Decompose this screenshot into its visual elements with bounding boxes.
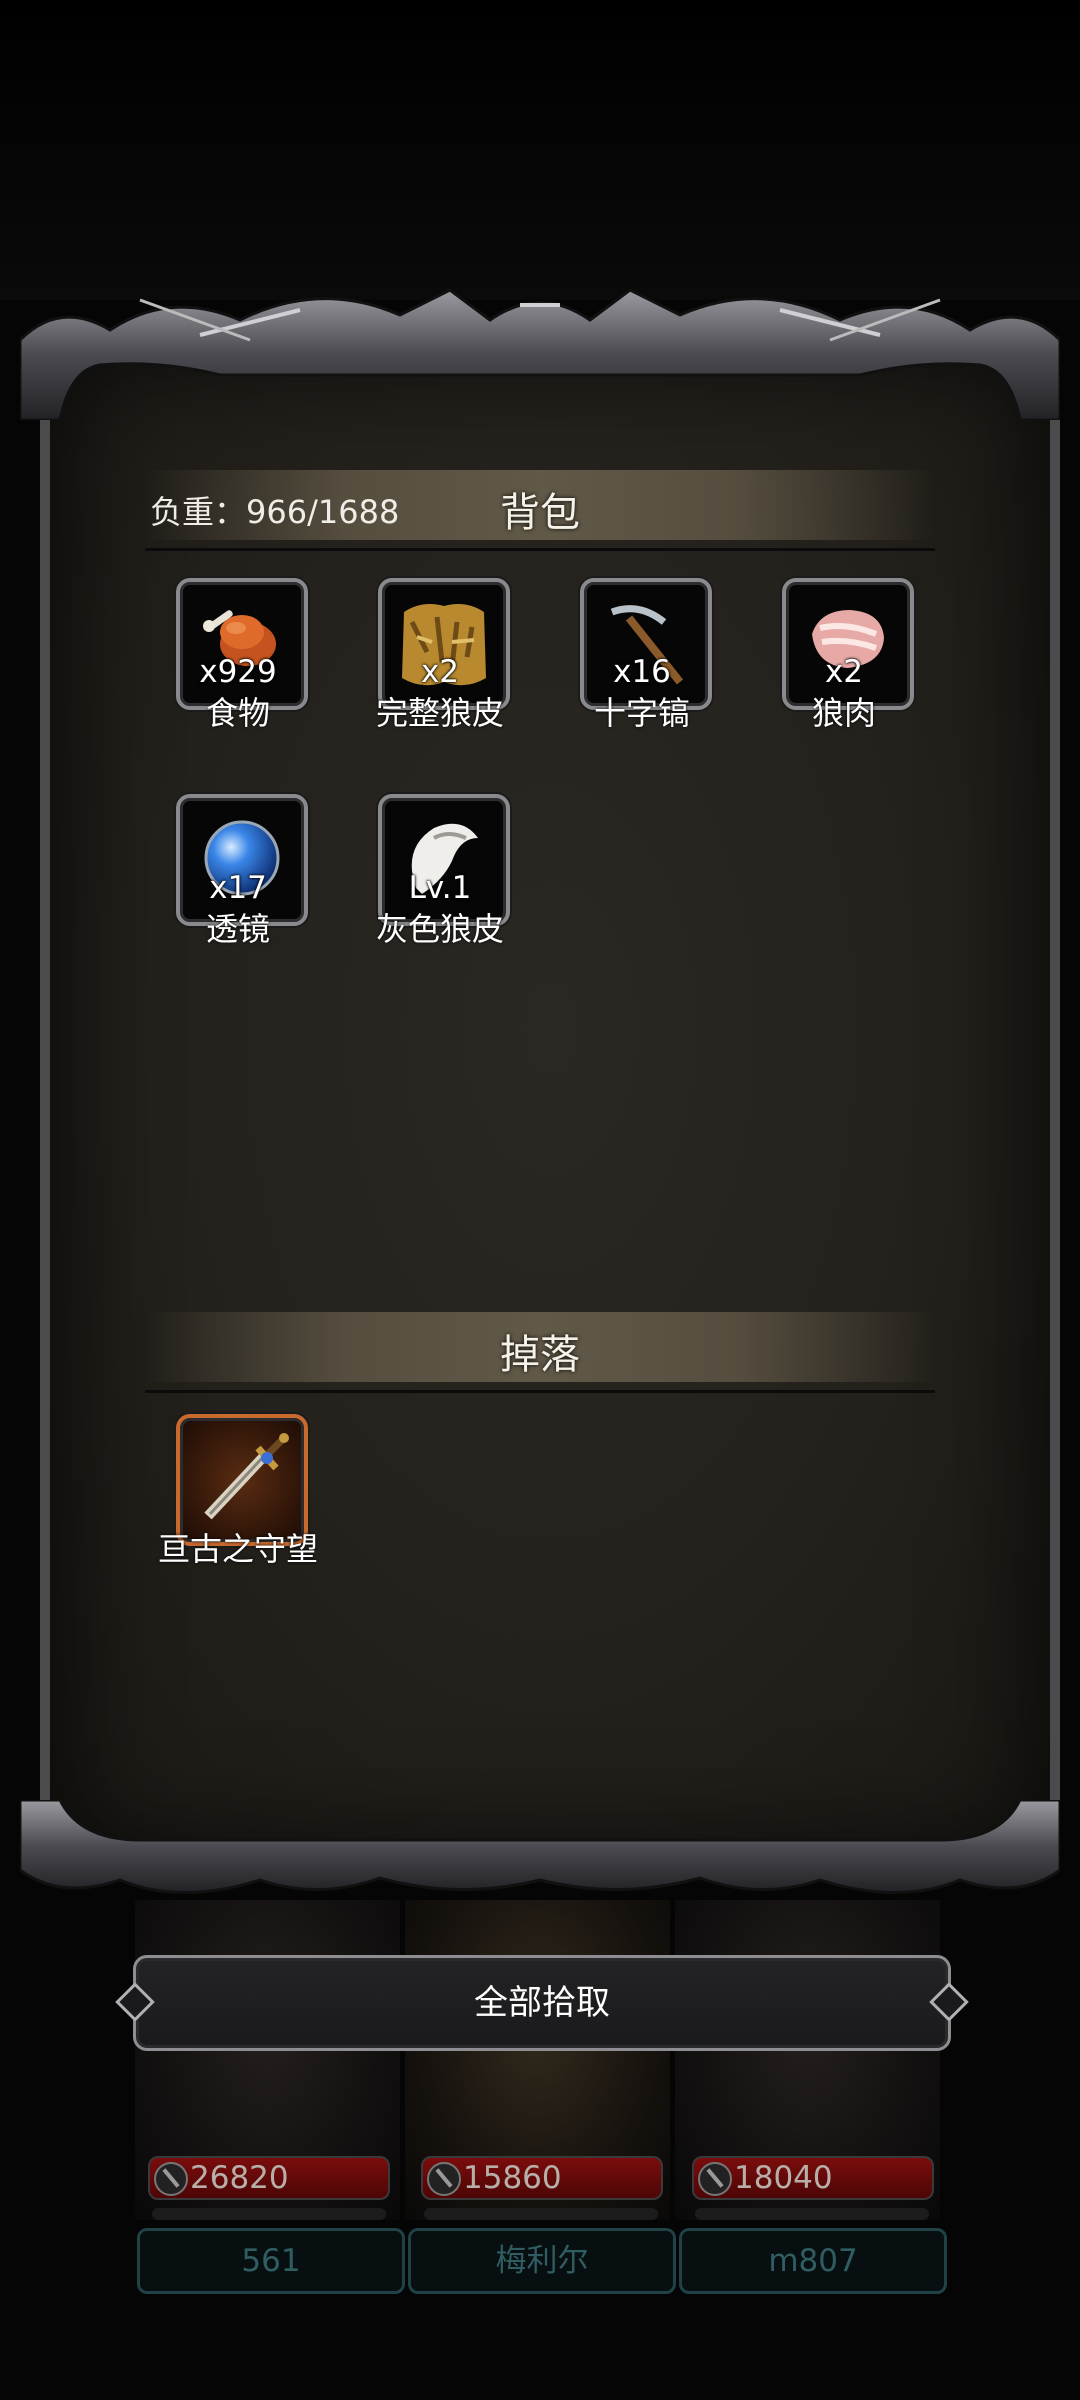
- item-name: 十字镐: [593, 694, 690, 732]
- inventory-item-lens[interactable]: x17 透镜: [126, 794, 326, 954]
- item-qty: x16: [613, 654, 671, 690]
- hero-hp-bar-1: 26820: [148, 2156, 390, 2200]
- inventory-item-grey-pelt[interactable]: Lv.1 灰色狼皮: [328, 794, 528, 954]
- hero-mp-bar-3: [695, 2208, 929, 2220]
- background: [0, 0, 1080, 300]
- sword-badge-icon: [698, 2162, 732, 2196]
- hero-name-button-3[interactable]: m807: [679, 2228, 947, 2294]
- item-name: 狼肉: [811, 694, 876, 732]
- item-name: 灰色狼皮: [375, 910, 504, 948]
- inventory-item-pickaxe[interactable]: x16 十字镐: [530, 578, 730, 738]
- item-name: 透镜: [205, 910, 270, 948]
- inventory-panel: [40, 345, 1060, 1865]
- item-level: Lv.1: [408, 870, 472, 906]
- item-name: 食物: [205, 694, 270, 732]
- inventory-item-food[interactable]: x929 食物: [126, 578, 326, 738]
- hp-value: 26820: [190, 2160, 289, 2196]
- item-name: 亘古之守望: [157, 1530, 318, 1568]
- drop-item-sword[interactable]: 亘古之守望: [126, 1414, 366, 1574]
- inventory-item-wolf-meat[interactable]: x2 狼肉: [732, 578, 932, 738]
- pickup-all-button[interactable]: 全部拾取: [133, 1955, 951, 2051]
- drops-title: 掉落: [500, 1332, 580, 1378]
- item-qty: x2: [824, 654, 864, 690]
- hero-hp-bar-3: 18040: [692, 2156, 934, 2200]
- hero-mp-bar-1: [152, 2208, 386, 2220]
- hero-hp-bar-2: 15860: [421, 2156, 663, 2200]
- inventory-item-wolf-pelt[interactable]: x2 完整狼皮: [328, 578, 528, 738]
- item-name: 完整狼皮: [375, 694, 504, 732]
- divider: [145, 548, 935, 551]
- item-qty: x17: [209, 870, 267, 906]
- item-qty: x929: [199, 654, 277, 690]
- weight-label: 负重：966/1688: [150, 493, 400, 531]
- hero-name-button-2[interactable]: 梅利尔: [408, 2228, 676, 2294]
- hero-name-button-1[interactable]: 561: [137, 2228, 405, 2294]
- item-qty: x2: [420, 654, 460, 690]
- hp-value: 15860: [463, 2160, 562, 2196]
- hp-value: 18040: [734, 2160, 833, 2196]
- sword-badge-icon: [154, 2162, 188, 2196]
- hero-mp-bar-2: [424, 2208, 658, 2220]
- divider: [145, 1390, 935, 1393]
- sword-badge-icon: [427, 2162, 461, 2196]
